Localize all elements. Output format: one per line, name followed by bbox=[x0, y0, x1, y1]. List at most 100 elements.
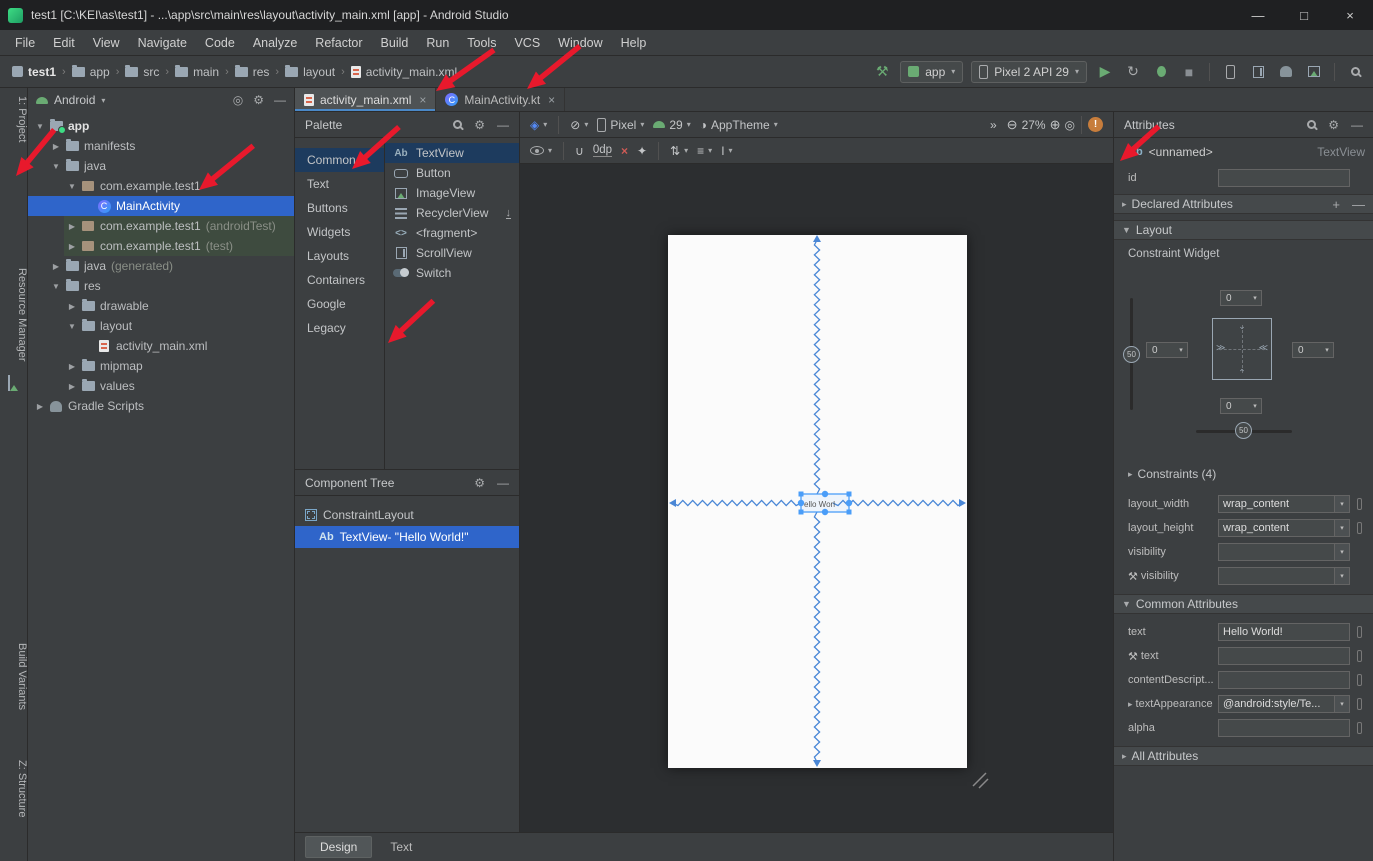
vertical-bias-knob[interactable]: 50 bbox=[1123, 346, 1140, 363]
tree-item-layout[interactable]: ▼ layout bbox=[28, 316, 294, 336]
expand-arrow-icon[interactable]: ▼ bbox=[50, 282, 62, 291]
resource-manager-icon[interactable] bbox=[8, 376, 20, 388]
tool-window-build-variants[interactable]: Build Variants bbox=[0, 643, 28, 710]
run-button[interactable]: ▶ bbox=[1095, 61, 1115, 83]
menu-refactor[interactable]: Refactor bbox=[306, 36, 371, 50]
palette-category-layouts[interactable]: Layouts bbox=[295, 244, 384, 268]
theme-select[interactable]: ◑AppTheme▾ bbox=[700, 118, 778, 132]
tab-activity-main-xml[interactable]: activity_main.xml × bbox=[295, 88, 436, 111]
expand-arrow-icon[interactable]: ▶ bbox=[66, 242, 78, 251]
hide-panel-button[interactable]: — bbox=[274, 93, 286, 107]
expand-arrow-icon[interactable]: ▼ bbox=[34, 122, 46, 131]
device-select[interactable]: Pixel 2 API 29 ▾ bbox=[971, 61, 1087, 83]
expand-arrow-icon[interactable]: ▶ bbox=[50, 142, 62, 151]
palette-category-containers[interactable]: Containers bbox=[295, 268, 384, 292]
tree-item-java-generated[interactable]: ▶ java (generated) bbox=[28, 256, 294, 276]
menu-help[interactable]: Help bbox=[612, 36, 656, 50]
maximize-button[interactable]: □ bbox=[1281, 0, 1327, 30]
constraint-widget-box[interactable]: ⌄ ≫ ≪ ⌄ bbox=[1212, 318, 1272, 380]
close-icon[interactable]: × bbox=[548, 93, 555, 107]
tree-item-res[interactable]: ▼ res bbox=[28, 276, 294, 296]
menu-vcs[interactable]: VCS bbox=[505, 36, 549, 50]
menu-tools[interactable]: Tools bbox=[458, 36, 505, 50]
breadcrumb-res[interactable]: res bbox=[231, 65, 274, 79]
menu-run[interactable]: Run bbox=[417, 36, 458, 50]
close-icon[interactable]: × bbox=[419, 93, 426, 107]
expand-arrow-icon[interactable]: ▼ bbox=[66, 322, 78, 331]
search-everywhere-button[interactable] bbox=[1345, 61, 1365, 83]
gear-icon[interactable]: ⚙ bbox=[474, 118, 485, 132]
menu-view[interactable]: View bbox=[84, 36, 129, 50]
avd-manager-button[interactable] bbox=[1220, 61, 1240, 83]
hide-panel-button[interactable]: — bbox=[497, 476, 509, 490]
menu-file[interactable]: File bbox=[6, 36, 44, 50]
tree-item-gradle-scripts[interactable]: ▶ Gradle Scripts bbox=[28, 396, 294, 416]
apply-changes-button[interactable]: ↻ bbox=[1123, 61, 1143, 83]
layout-height-select[interactable]: wrap_content▾ bbox=[1218, 519, 1350, 537]
constraints-section[interactable]: ▸ Constraints (4) bbox=[1114, 464, 1373, 484]
flag-icon[interactable] bbox=[1357, 674, 1362, 686]
palette-category-widgets[interactable]: Widgets bbox=[295, 220, 384, 244]
gear-icon[interactable]: ⚙ bbox=[253, 93, 264, 107]
margin-left-select[interactable]: 0▾ bbox=[1146, 342, 1188, 358]
component-textview[interactable]: Ab TextView- "Hello World!" bbox=[295, 526, 519, 548]
tree-item-mipmap[interactable]: ▶ mipmap bbox=[28, 356, 294, 376]
expand-arrow-icon[interactable]: ▼ bbox=[66, 182, 78, 191]
id-input[interactable] bbox=[1218, 169, 1350, 187]
layout-width-select[interactable]: wrap_content▾ bbox=[1218, 495, 1350, 513]
visibility-select[interactable]: ▾ bbox=[1218, 543, 1350, 561]
flag-icon[interactable] bbox=[1357, 626, 1362, 638]
expand-arrow-icon[interactable]: ▶ bbox=[34, 402, 46, 411]
design-canvas[interactable]: ello Worl bbox=[520, 164, 1113, 832]
view-options-button[interactable]: ▾ bbox=[530, 146, 552, 155]
layout-section[interactable]: ▼ Layout bbox=[1114, 220, 1373, 240]
tree-item-java[interactable]: ▼ java bbox=[28, 156, 294, 176]
tree-item-com-example-test1[interactable]: ▼ com.example.test1 bbox=[28, 176, 294, 196]
component-constraintlayout[interactable]: ConstraintLayout bbox=[295, 504, 519, 526]
margin-bottom-select[interactable]: 0▾ bbox=[1220, 398, 1262, 414]
issue-panel-button[interactable]: ! bbox=[1088, 117, 1103, 132]
tool-window-resource-manager[interactable]: Resource Manager bbox=[0, 268, 28, 362]
breadcrumb-app[interactable]: app bbox=[68, 65, 114, 79]
flag-icon[interactable] bbox=[1357, 698, 1362, 710]
margin-top-select[interactable]: 0▾ bbox=[1220, 290, 1262, 306]
autoconnect-toggle[interactable]: ∪ bbox=[575, 144, 584, 158]
menu-navigate[interactable]: Navigate bbox=[129, 36, 196, 50]
zoom-in-button[interactable]: ⊕ bbox=[1050, 117, 1061, 133]
align-button[interactable]: ≡▾ bbox=[697, 144, 712, 158]
search-icon[interactable] bbox=[1307, 120, 1316, 129]
breadcrumb-layout[interactable]: layout bbox=[281, 65, 339, 79]
common-attributes-section[interactable]: ▼ Common Attributes bbox=[1114, 594, 1373, 614]
breadcrumb-project[interactable]: test1 bbox=[8, 65, 60, 79]
search-icon[interactable] bbox=[453, 120, 462, 129]
gear-icon[interactable]: ⚙ bbox=[1328, 118, 1339, 132]
sdk-manager-button[interactable] bbox=[1304, 61, 1324, 83]
menu-code[interactable]: Code bbox=[196, 36, 244, 50]
expand-arrow-icon[interactable]: ▼ bbox=[50, 162, 62, 171]
default-margins-button[interactable]: 0dp bbox=[593, 144, 612, 157]
tree-item-manifests[interactable]: ▶ manifests bbox=[28, 136, 294, 156]
palette-category-buttons[interactable]: Buttons bbox=[295, 196, 384, 220]
palette-item-imageview[interactable]: ImageView bbox=[385, 183, 519, 203]
close-button[interactable]: × bbox=[1327, 0, 1373, 30]
text-input[interactable] bbox=[1218, 623, 1350, 641]
alpha-input[interactable] bbox=[1218, 719, 1350, 737]
text-appearance-select[interactable]: @android:style/Te...▾ bbox=[1218, 695, 1350, 713]
content-description-input[interactable] bbox=[1218, 671, 1350, 689]
palette-item-switch[interactable]: Switch bbox=[385, 263, 519, 283]
tree-item-values[interactable]: ▶ values bbox=[28, 376, 294, 396]
project-view-select[interactable]: Android bbox=[54, 93, 95, 107]
expand-arrow-icon[interactable]: ▶ bbox=[66, 362, 78, 371]
tree-item-com-example-test1-androidtest[interactable]: ▶ com.example.test1 (androidTest) bbox=[28, 216, 294, 236]
design-mode-tab[interactable]: Design bbox=[305, 836, 372, 858]
palette-item-button[interactable]: Button bbox=[385, 163, 519, 183]
breadcrumb-file[interactable]: activity_main.xml bbox=[347, 65, 461, 79]
download-icon[interactable]: ↓ bbox=[506, 208, 512, 219]
menu-build[interactable]: Build bbox=[372, 36, 418, 50]
tools-visibility-select[interactable]: ▾ bbox=[1218, 567, 1350, 585]
menu-window[interactable]: Window bbox=[549, 36, 611, 50]
chevron-right-icon[interactable]: ▸ bbox=[1128, 699, 1133, 710]
tree-item-mainactivity[interactable]: C MainActivity bbox=[28, 196, 294, 216]
pack-button[interactable]: ⇅▾ bbox=[670, 144, 688, 158]
infer-constraints-button[interactable]: ✦ bbox=[637, 144, 647, 158]
